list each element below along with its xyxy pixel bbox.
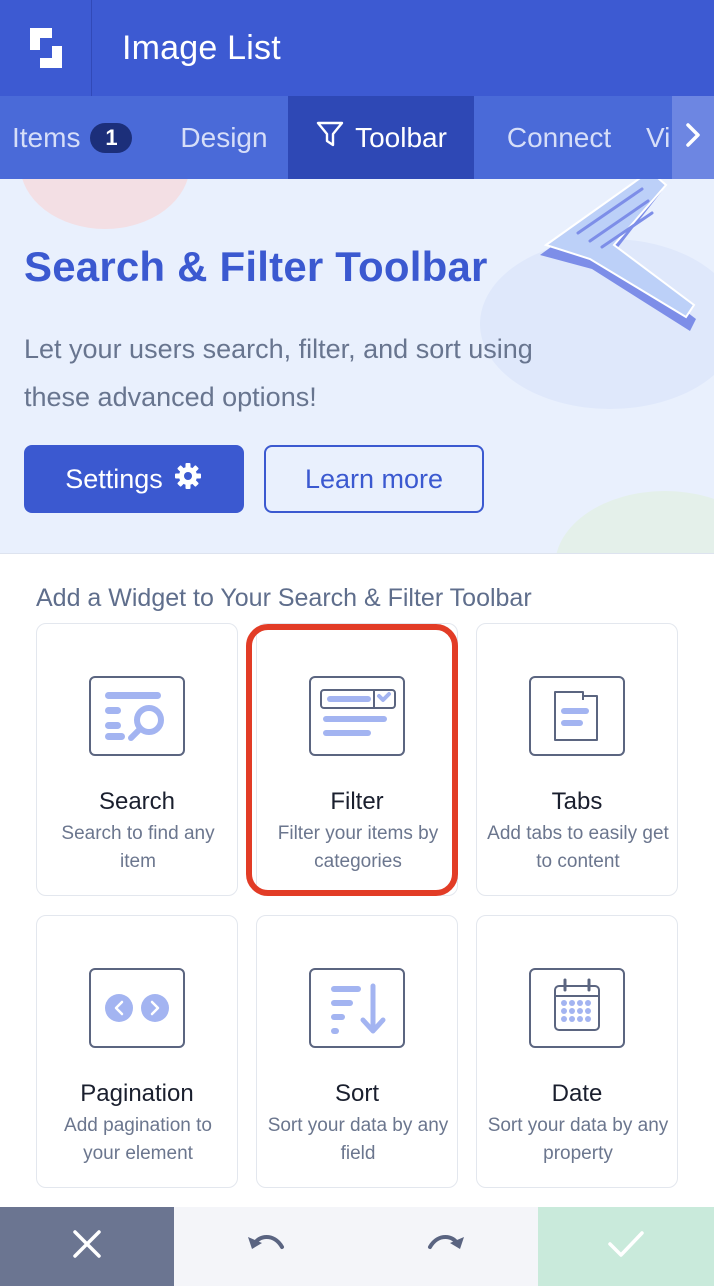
gear-icon xyxy=(173,461,203,498)
widget-card-title: Sort xyxy=(334,1080,379,1107)
search-widget-icon xyxy=(89,676,185,756)
widget-card-description: Add pagination to your element xyxy=(64,1115,212,1164)
funnel-icon xyxy=(315,119,345,156)
sort-widget-icon xyxy=(309,968,405,1048)
tabs-widget-icon xyxy=(529,676,625,756)
close-icon xyxy=(71,1228,103,1265)
widget-card-description: Search to find any item xyxy=(61,823,215,872)
tab-toolbar[interactable]: Toolbar xyxy=(288,96,474,179)
widget-card-search[interactable]: Search Search to find any item xyxy=(36,623,238,896)
check-icon xyxy=(606,1228,646,1265)
filter-widget-icon xyxy=(309,676,405,756)
tab-items-label: Items xyxy=(12,121,81,153)
widget-card-filter[interactable]: Filter Filter your items by categories xyxy=(256,623,458,896)
widget-card-sort[interactable]: Sort Sort your data by any field xyxy=(256,915,458,1188)
widget-card-title: Search xyxy=(98,788,176,815)
widget-card-tabs[interactable]: Tabs Add tabs to easily get to content xyxy=(476,623,678,896)
tab-design-label: Design xyxy=(180,121,268,153)
history-controls xyxy=(174,1207,538,1286)
decor-blob xyxy=(20,179,190,229)
widget-card-title: Tabs xyxy=(551,788,603,815)
tab-connect[interactable]: Connect xyxy=(474,96,644,179)
confirm-button[interactable] xyxy=(538,1207,714,1286)
learn-more-button[interactable]: Learn more xyxy=(264,445,484,513)
tab-connect-label: Connect xyxy=(506,121,612,153)
hero-title: Search & Filter Toolbar xyxy=(24,243,488,290)
widget-card-description: Add tabs to easily get to content xyxy=(487,823,669,872)
calendar-widget-icon xyxy=(529,968,625,1048)
logo-icon[interactable] xyxy=(0,0,92,96)
widget-card-description: Sort your data by any property xyxy=(487,1115,669,1164)
widget-card-pagination[interactable]: Pagination Add pagination to your elemen… xyxy=(36,915,238,1188)
widget-card-title: Pagination xyxy=(80,1080,194,1107)
hero-banner: Search & Filter Toolbar Let your users s… xyxy=(0,179,714,554)
tab-vi-label: Vi xyxy=(646,121,671,153)
hero-description: Let your users search, filter, and sort … xyxy=(24,334,533,412)
tab-bar: Items 1 Design Toolbar Connect Vi xyxy=(0,96,714,179)
tab-items[interactable]: Items 1 xyxy=(0,96,160,179)
widget-card-description: Filter your items by categories xyxy=(277,823,439,872)
widgets-section-title: Add a Widget to Your Search & Filter Too… xyxy=(36,584,532,612)
settings-button[interactable]: Settings xyxy=(24,445,244,513)
funnel-illustration-icon xyxy=(540,179,696,331)
widget-card-description: Sort your data by any field xyxy=(267,1115,449,1164)
items-count-badge: 1 xyxy=(90,122,133,153)
pagination-widget-icon xyxy=(89,968,185,1048)
tab-design[interactable]: Design xyxy=(160,96,288,179)
close-button[interactable] xyxy=(0,1207,174,1286)
widget-card-title: Date xyxy=(551,1080,603,1107)
widget-card-title: Filter xyxy=(330,788,384,815)
widget-card-date[interactable]: Date Sort your data by any property xyxy=(476,915,678,1188)
settings-button-label: Settings xyxy=(65,463,163,494)
tabs-next-button[interactable] xyxy=(672,96,714,179)
app-header: Image List xyxy=(0,0,714,96)
redo-icon xyxy=(426,1229,468,1264)
page-title: Image List xyxy=(122,28,281,67)
redo-button[interactable] xyxy=(407,1207,487,1286)
bottom-action-bar xyxy=(0,1207,714,1286)
chevron-right-icon xyxy=(683,121,703,154)
undo-icon xyxy=(244,1229,286,1264)
decor-blob xyxy=(555,491,714,553)
tab-toolbar-label: Toolbar xyxy=(355,121,447,153)
undo-button[interactable] xyxy=(225,1207,305,1286)
